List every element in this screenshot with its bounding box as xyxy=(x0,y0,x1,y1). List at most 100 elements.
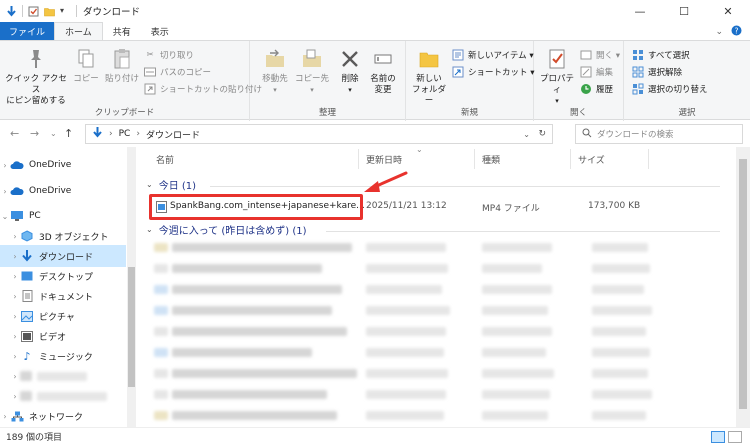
select-all-button[interactable]: すべて選択 xyxy=(632,49,690,61)
back-arrow-icon[interactable]: ← xyxy=(10,127,19,140)
nav-item-redacted[interactable]: › xyxy=(0,385,126,407)
properties-check-icon[interactable] xyxy=(28,6,39,17)
nav-item-documents[interactable]: › ドキュメント xyxy=(0,285,126,307)
forward-arrow-icon[interactable]: → xyxy=(30,127,39,140)
copy-path-button[interactable]: パスのコピー xyxy=(144,66,211,78)
group-today[interactable]: ⌄ 今日 (1) xyxy=(146,177,196,192)
column-divider[interactable] xyxy=(570,149,571,169)
redacted-type xyxy=(482,411,548,420)
history-button[interactable]: 履歴 xyxy=(580,83,613,95)
redacted-type xyxy=(482,327,552,336)
tab-share[interactable]: 共有 xyxy=(103,22,141,40)
pin-quick-access-button[interactable]: クイック アクセス にピン留めする xyxy=(4,47,68,107)
column-name[interactable]: 名前 xyxy=(156,147,174,171)
redacted-size xyxy=(592,348,650,357)
copy-button[interactable]: コピー xyxy=(72,47,100,85)
nav-item-onedrive-2[interactable]: › OneDrive xyxy=(0,180,126,202)
breadcrumb-pc[interactable]: PC xyxy=(119,129,131,139)
new-folder-button[interactable]: 新しい フォルダー xyxy=(410,47,448,107)
select-all-label: すべて選択 xyxy=(648,51,690,61)
refresh-icon[interactable]: ↻ xyxy=(538,129,546,139)
minimize-button[interactable]: — xyxy=(618,0,662,22)
nav-scrollbar-thumb[interactable] xyxy=(128,267,135,387)
column-divider[interactable] xyxy=(358,149,359,169)
address-bar[interactable]: › PC › ダウンロード ⌄ ↻ xyxy=(85,124,553,144)
rename-label-2: 変更 xyxy=(374,85,392,95)
nav-scrollbar[interactable] xyxy=(127,147,136,427)
breadcrumb-downloads[interactable]: ダウンロード xyxy=(146,128,200,141)
details-view-icon[interactable] xyxy=(711,431,725,443)
address-dropdown-icon[interactable]: ⌄ xyxy=(523,130,530,139)
copy-to-button[interactable]: コピー先 ▾ xyxy=(294,47,330,96)
redacted-size xyxy=(592,243,648,252)
quick-access-dropdown-icon[interactable]: ▾ xyxy=(60,6,71,17)
new-folder-icon[interactable] xyxy=(44,6,55,17)
chevron-down-icon: ⌄ xyxy=(1,211,9,221)
downloads-arrow-icon xyxy=(92,127,103,141)
paste-button[interactable]: 貼り付け xyxy=(104,47,140,85)
invert-selection-button[interactable]: 選択の切り替え xyxy=(632,83,708,95)
nav-item-network[interactable]: › ネットワーク xyxy=(0,405,126,427)
select-none-button[interactable]: 選択解除 xyxy=(632,66,682,78)
column-divider[interactable] xyxy=(648,149,649,169)
nav-item-label: ドキュメント xyxy=(39,292,94,303)
nav-item-redacted[interactable]: › xyxy=(0,365,126,387)
file-list-scrollbar[interactable] xyxy=(736,147,750,427)
tab-view[interactable]: 表示 xyxy=(141,22,179,40)
nav-item-3d-objects[interactable]: › 3D オブジェクト xyxy=(0,225,126,247)
download-arrow-icon xyxy=(20,250,34,262)
nav-item-onedrive[interactable]: › OneDrive xyxy=(0,154,126,176)
move-to-icon xyxy=(263,47,287,71)
chevron-right-icon: › xyxy=(13,291,17,301)
copy-label: コピー xyxy=(73,74,99,84)
properties-button[interactable]: プロパティ ▾ xyxy=(538,47,576,107)
search-box[interactable]: ダウンロードの検索 xyxy=(575,124,743,144)
move-to-button[interactable]: 移動先 ▾ xyxy=(258,47,292,96)
delete-x-icon xyxy=(338,47,362,71)
column-size[interactable]: サイズ xyxy=(578,147,605,171)
shortcut-button[interactable]: ショートカット ▾ xyxy=(452,66,534,78)
column-type[interactable]: 種類 xyxy=(482,147,500,171)
column-divider[interactable] xyxy=(474,149,475,169)
delete-button[interactable]: 削除 ▾ xyxy=(336,47,364,96)
redacted-date xyxy=(366,390,446,399)
redacted-name xyxy=(172,285,342,294)
cut-button[interactable]: ✂ 切り取り xyxy=(144,49,194,61)
close-button[interactable]: ✕ xyxy=(706,0,750,22)
up-arrow-icon[interactable]: ↑ xyxy=(64,127,73,140)
file-list-scrollbar-thumb[interactable] xyxy=(739,159,747,409)
open-button[interactable]: 開く ▾ xyxy=(580,49,620,61)
tab-file[interactable]: ファイル xyxy=(0,22,55,40)
window-title: ダウンロード xyxy=(83,7,141,18)
new-item-label: 新しいアイテム ▾ xyxy=(468,51,534,61)
maximize-button[interactable]: ☐ xyxy=(662,0,706,22)
large-icons-view-icon[interactable] xyxy=(728,431,742,443)
group-this-week[interactable]: ⌄ 今週に入って (昨日は含めず) (1) xyxy=(146,222,307,237)
nav-item-downloads[interactable]: › ダウンロード xyxy=(0,245,126,267)
rename-button[interactable]: 名前の 変更 xyxy=(366,47,400,96)
paste-shortcut-button[interactable]: ショートカットの貼り付け xyxy=(144,83,262,95)
nav-item-pc[interactable]: ⌄ PC xyxy=(0,205,126,227)
redacted-icon xyxy=(154,390,168,399)
redacted-size xyxy=(592,369,648,378)
title-separator xyxy=(76,5,77,17)
recent-locations-icon[interactable]: ⌄ xyxy=(50,129,57,138)
video-icon xyxy=(20,330,34,342)
properties-icon xyxy=(545,47,569,71)
redacted-date xyxy=(366,285,442,294)
redacted-name xyxy=(172,306,332,315)
nav-item-music[interactable]: › ♪ ミュージック xyxy=(0,345,126,367)
nav-item-label: ダウンロード xyxy=(39,252,94,263)
collapse-ribbon-icon[interactable]: ⌄ xyxy=(715,27,723,37)
search-input[interactable]: ダウンロードの検索 xyxy=(597,128,674,140)
column-modified[interactable]: 更新日時 xyxy=(366,147,402,171)
select-group: すべて選択 選択解除 選択の切り替え 選択 xyxy=(624,41,750,121)
nav-item-videos[interactable]: › ビデオ xyxy=(0,325,126,347)
new-item-button[interactable]: 新しいアイテム ▾ xyxy=(452,49,534,61)
help-icon[interactable]: ? xyxy=(731,25,742,39)
nav-item-desktop[interactable]: › デスクトップ xyxy=(0,265,126,287)
tab-home[interactable]: ホーム xyxy=(54,22,103,40)
redacted-name xyxy=(172,369,357,378)
edit-button[interactable]: 編集 xyxy=(580,66,613,78)
nav-item-pictures[interactable]: › ピクチャ xyxy=(0,305,126,327)
